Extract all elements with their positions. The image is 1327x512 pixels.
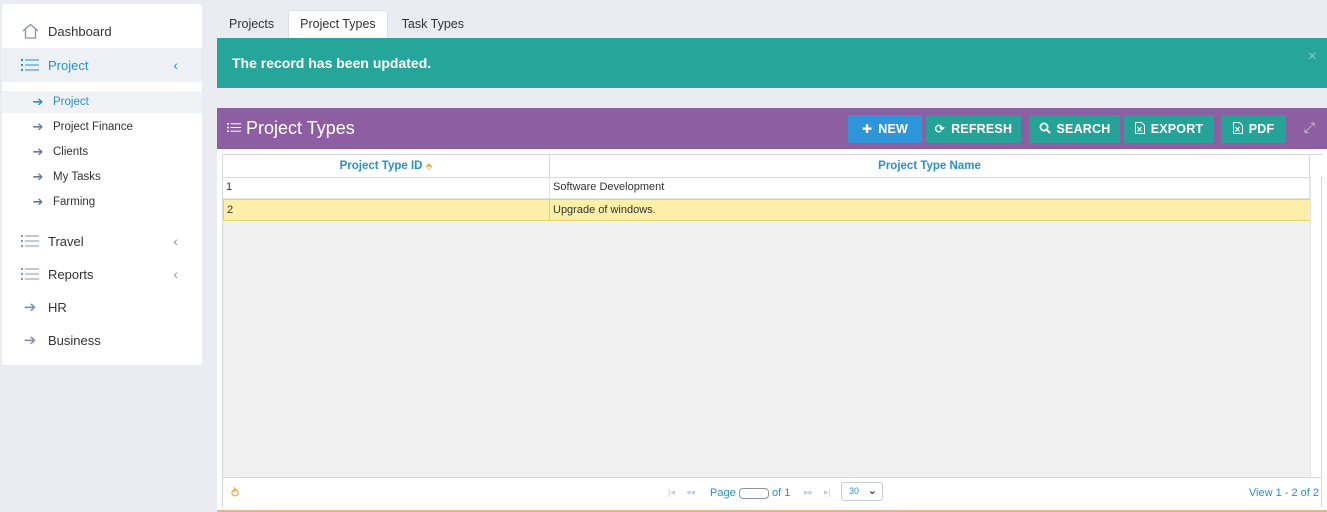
- pager: ⥁ |◂ ◂◂ Page of 1 ▸▸ ▸| 30 ⌄ View 1 - 2 …: [223, 477, 1321, 507]
- arrow-right-icon: ➔: [32, 169, 44, 184]
- excel-file-icon: [1134, 121, 1145, 137]
- table-row-selected[interactable]: 2 Upgrade of windows.: [223, 199, 1311, 221]
- tab-projects[interactable]: Projects: [217, 10, 286, 38]
- plus-icon: ✚: [861, 122, 873, 136]
- success-alert: The record has been updated. ×: [217, 38, 1327, 88]
- tab-bar: Projects Project Types Task Types: [217, 10, 478, 38]
- refresh-icon: ⟳: [934, 122, 946, 136]
- nav-hr-label: HR: [48, 299, 67, 315]
- nav-business[interactable]: ➔ Business: [2, 329, 202, 351]
- subnav-label: Clients: [53, 146, 89, 158]
- cell-name: Software Development: [550, 177, 1310, 198]
- nav-reports[interactable]: Reports ‹: [2, 263, 202, 285]
- tab-project-types[interactable]: Project Types: [288, 10, 388, 38]
- chevron-left-icon: ‹: [173, 57, 178, 73]
- column-header-label: Project Type ID: [339, 160, 423, 172]
- subnav-my-tasks[interactable]: ➔ My Tasks: [2, 166, 202, 188]
- refresh-button-label: REFRESH: [951, 122, 1013, 136]
- subnav-label: My Tasks: [53, 171, 101, 183]
- panel-header: Project Types ✚ NEW ⟳ REFRESH SEARCH EXP…: [217, 108, 1327, 149]
- close-icon[interactable]: ×: [1308, 48, 1317, 66]
- nav-hr[interactable]: ➔ HR: [2, 296, 202, 318]
- home-icon: [20, 23, 40, 39]
- refresh-button[interactable]: ⟳ REFRESH: [926, 115, 1021, 143]
- subnav-label: Project: [53, 96, 89, 108]
- data-grid: Project Type ID ⬘ Project Type Name 1 Sof…: [222, 154, 1323, 507]
- arrow-right-icon: ➔: [23, 299, 37, 316]
- arrow-right-icon: ➔: [32, 144, 44, 159]
- list-icon: [227, 121, 241, 136]
- subnav-clients[interactable]: ➔ Clients: [2, 141, 202, 163]
- reload-icon[interactable]: ⥁: [231, 486, 239, 500]
- nav-project[interactable]: Project ‹: [2, 48, 202, 82]
- page-size-value: 30: [849, 486, 860, 496]
- nav-travel[interactable]: Travel ‹: [2, 230, 202, 252]
- panel-title-text: Project Types: [246, 118, 355, 138]
- grid-empty-area: [223, 222, 1311, 478]
- cell-id: 1: [223, 177, 550, 198]
- grid-scrollbar[interactable]: [1310, 177, 1321, 477]
- nav-project-label: Project: [48, 57, 89, 73]
- list-icon: [20, 234, 40, 248]
- nav-travel-label: Travel: [48, 233, 84, 249]
- arrow-right-icon: ➔: [32, 94, 44, 109]
- pdf-button[interactable]: PDF: [1221, 115, 1286, 143]
- page-count-label: of 1: [772, 487, 791, 499]
- search-button-label: SEARCH: [1056, 122, 1111, 136]
- list-icon: [20, 58, 40, 72]
- column-header-id[interactable]: Project Type ID ⬘: [223, 155, 550, 177]
- pdf-button-label: PDF: [1248, 122, 1275, 136]
- pdf-file-icon: [1232, 121, 1243, 137]
- list-icon: [20, 267, 40, 281]
- cell-name: Upgrade of windows.: [553, 204, 656, 216]
- page-size-select[interactable]: 30 ⌄: [841, 482, 883, 501]
- page-label: Page: [710, 487, 736, 499]
- project-types-panel: Project Types ✚ NEW ⟳ REFRESH SEARCH EXP…: [217, 108, 1327, 512]
- chevron-left-icon: ‹: [173, 233, 178, 249]
- last-page-icon[interactable]: ▸|: [824, 487, 831, 498]
- nav-business-label: Business: [48, 332, 101, 348]
- column-header-name[interactable]: Project Type Name: [550, 155, 1310, 177]
- export-button[interactable]: EXPORT: [1124, 115, 1214, 143]
- prev-page-icon[interactable]: ◂◂: [686, 487, 695, 498]
- grid-header: Project Type ID ⬘ Project Type Name: [223, 155, 1323, 178]
- panel-title: Project Types: [227, 118, 355, 139]
- search-button[interactable]: SEARCH: [1029, 115, 1120, 143]
- arrow-right-icon: ➔: [32, 119, 44, 134]
- arrow-right-icon: ➔: [23, 332, 37, 349]
- tab-task-types[interactable]: Task Types: [390, 10, 476, 38]
- subnav-farming[interactable]: ➔ Farming: [2, 191, 202, 213]
- chevron-left-icon: ‹: [173, 266, 178, 282]
- cell-id: 2: [224, 200, 550, 221]
- new-button[interactable]: ✚ NEW: [848, 115, 922, 143]
- table-row[interactable]: 1 Software Development: [223, 177, 1311, 199]
- sidebar: Dashboard Project ‹ ➔ Project ➔ Project …: [2, 4, 202, 365]
- nav-reports-label: Reports: [48, 266, 94, 282]
- new-button-label: NEW: [878, 122, 909, 136]
- nav-dashboard[interactable]: Dashboard: [2, 20, 202, 42]
- export-button-label: EXPORT: [1150, 122, 1204, 136]
- search-icon: [1039, 122, 1051, 137]
- chevron-down-icon: ⌄: [867, 485, 877, 497]
- alert-message: The record has been updated.: [232, 55, 432, 71]
- column-header-label: Project Type Name: [878, 160, 981, 172]
- page-number-input[interactable]: [739, 488, 769, 499]
- subnav-project-finance[interactable]: ➔ Project Finance: [2, 116, 202, 138]
- subnav-project[interactable]: ➔ Project: [2, 91, 202, 113]
- subnav-label: Farming: [53, 196, 96, 208]
- expand-icon[interactable]: ⤢: [1304, 119, 1315, 136]
- subnav-label: Project Finance: [53, 121, 133, 133]
- sort-icon: ⬘: [425, 161, 433, 171]
- next-page-icon[interactable]: ▸▸: [804, 487, 813, 498]
- arrow-right-icon: ➔: [32, 194, 44, 209]
- first-page-icon[interactable]: |◂: [668, 487, 675, 498]
- nav-dashboard-label: Dashboard: [48, 23, 112, 39]
- record-range-label: View 1 - 2 of 2: [1248, 487, 1319, 499]
